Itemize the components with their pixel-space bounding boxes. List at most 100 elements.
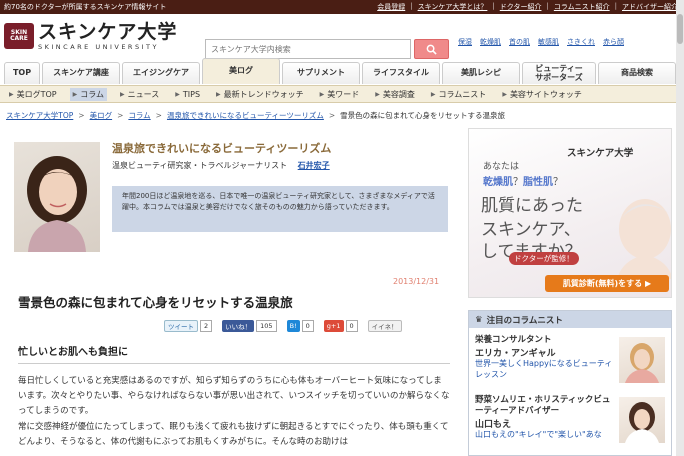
facebook-like-button[interactable]: いいね！ 105 <box>222 320 277 332</box>
tab-aging-care[interactable]: エイジングケア <box>122 62 200 84</box>
columnist-role: 野菜ソムリエ・ホリスティックビューティーアドバイザー <box>475 395 611 417</box>
site-header: SKIN CARE スキンケア大学 SKINCARE UNIVERSITY 保湿… <box>0 14 684 62</box>
keyword-link[interactable]: 乾燥肌 <box>480 37 501 47</box>
link-register[interactable]: 会員登録 <box>377 2 405 12</box>
subnav-item[interactable]: ▶ ニュース <box>117 88 162 101</box>
logo-text: スキンケア大学 SKINCARE UNIVERSITY <box>38 22 177 51</box>
breadcrumb-sep: > <box>78 111 85 120</box>
mixi-check-button[interactable]: イイネ！ <box>367 320 402 332</box>
columnist-column-link[interactable]: 山口もえの"キレイ"で"楽しい"あな <box>475 430 615 441</box>
breadcrumb: スキンケア大学TOP > 美ログ > コラム > 温泉旅できれいになるビューティーツー… <box>6 110 505 121</box>
arrow-right-icon: ▶ <box>216 90 221 98</box>
keyword-link[interactable]: 赤ら顔 <box>603 37 624 47</box>
main-nav-tabs: TOP スキンケア講座 エイジングケア 美ログ サプリメント ライフスタイル 美… <box>4 58 676 84</box>
keyword-link[interactable]: 敏感肌 <box>538 37 559 47</box>
tab-bilog[interactable]: 美ログ <box>202 58 280 84</box>
subnav-item[interactable]: ▶ 美容サイトウォッチ <box>499 88 585 101</box>
link-about[interactable]: スキンケア大学とは？ <box>418 2 488 12</box>
author-name-link[interactable]: 石井宏子 <box>298 161 330 170</box>
heading-label: 注目のコラムニスト <box>486 315 563 326</box>
tab-beauty-supporters[interactable]: ビューティー サポーターズ <box>522 62 596 84</box>
tab-lifestyle[interactable]: ライフスタイル <box>362 62 440 84</box>
breadcrumb-link[interactable]: 温泉旅できれいになるビューティーツーリズム <box>167 110 324 121</box>
search-icon <box>426 44 437 55</box>
article-date: 2013/12/31 <box>393 277 440 286</box>
breadcrumb-link[interactable]: 美ログ <box>90 110 113 121</box>
twitter-icon: ツイート <box>164 320 198 332</box>
tab-supplements[interactable]: サプリメント <box>282 62 360 84</box>
subnav-item[interactable]: ▶ 美ログTOP <box>6 88 60 101</box>
keyword-link[interactable]: 保湿 <box>458 37 472 47</box>
tab-product-search[interactable]: 商品検索 <box>598 62 676 84</box>
subnav-label: 最新トレンドウォッチ <box>223 89 304 99</box>
share-buttons: ツイート 2 いいね！ 105 B! 0 g+1 0 イイネ！ <box>164 320 402 332</box>
subnav-item-active[interactable]: ▶ コラム <box>69 87 108 101</box>
google-plus-button[interactable]: g+1 0 <box>323 320 358 332</box>
subnav-item[interactable]: ▶ 最新トレンドウォッチ <box>213 88 307 101</box>
columnist-item[interactable]: 栄養コンサルタント エリカ・アンギャル 世界一美しくHappyになるビューティレ… <box>475 335 615 381</box>
share-count: 2 <box>200 320 213 332</box>
columnist-name: エリカ・アンギャル <box>475 349 556 360</box>
column-title[interactable]: 温泉旅できれいになるビューティツーリズム <box>112 140 331 156</box>
article-paragraph: 毎日忙しくしていると充実感はあるのですが、知らず知らずのうちに心も体もオーバーヒ… <box>18 376 450 416</box>
share-count: 0 <box>301 320 314 332</box>
arrow-right-icon: ▶ <box>72 90 78 98</box>
mixi-icon: イイネ！ <box>367 320 402 332</box>
columnist-thumbnail[interactable] <box>619 397 665 443</box>
arrow-right-icon: ▶ <box>375 90 380 98</box>
column-intro: 年間200日ほど温泉地を巡る、日本で唯一の温泉ビューティ研究家として、さまざまな… <box>112 186 448 232</box>
breadcrumb-link[interactable]: コラム <box>128 110 150 121</box>
sub-navigation: ▶ 美ログTOP ▶ コラム ▶ ニュース ▶ TIPS ▶ 最新トレンドウォッチ ▶ 美ワ… <box>0 85 684 103</box>
site-logo[interactable]: SKIN CARE スキンケア大学 SKINCARE UNIVERSITY <box>4 22 177 51</box>
column-profile: 温泉旅できれいになるビューティツーリズム 温泉ビューティ研究家・トラベルジャーナ… <box>14 134 450 258</box>
skin-diagnosis-button[interactable]: 肌質診断(無料)をする ▶ <box>545 275 669 292</box>
breadcrumb-sep: > <box>155 111 162 120</box>
subnav-label: コラムニスト <box>438 89 487 99</box>
link-columnists[interactable]: コラムニスト紹介 <box>554 2 610 12</box>
arrow-right-icon: ▶ <box>175 90 180 98</box>
hatena-bookmark-button[interactable]: B! 0 <box>286 320 314 332</box>
link-sep: | <box>546 2 549 10</box>
columnist-column-link[interactable]: 世界一美しくHappyになるビューティレッスン <box>475 359 615 381</box>
link-sep: | <box>410 2 413 10</box>
columnist-name: 山口もえ <box>475 420 512 431</box>
search-input[interactable] <box>205 39 411 59</box>
breadcrumb-current: 雪景色の森に包まれて心身をリセットする温泉旅 <box>340 111 505 120</box>
subnav-item[interactable]: ▶ 美ワード <box>317 88 363 101</box>
scrollbar-thumb[interactable] <box>677 14 683 44</box>
link-doctors[interactable]: ドクター紹介 <box>500 2 542 12</box>
subnav-label: 美ワード <box>327 89 360 99</box>
logo-jp: スキンケア大学 <box>38 21 178 43</box>
columnist-item[interactable]: 野菜ソムリエ・ホリスティックビューティーアドバイザー 山口もえ 山口もえの"キレ… <box>475 395 615 441</box>
subnav-item[interactable]: ▶ コラムニスト <box>428 88 489 101</box>
article-title: 雪景色の森に包まれて心身をリセットする温泉旅 <box>18 295 293 310</box>
ad-text: 乾燥肌？脂性肌？ <box>483 177 563 188</box>
top-utility-bar: 約70名のドクターが所属するスキンケア情報サイト 会員登録 | スキンケア大学と… <box>0 0 684 14</box>
google-plus-icon: g+1 <box>323 320 344 332</box>
skin-diagnosis-ad[interactable]: スキンケア大学 あなたは 乾燥肌？脂性肌？ 肌質にあった スキンケア、 してます… <box>468 128 672 298</box>
link-advisors[interactable]: アドバイザー紹介 <box>622 2 678 12</box>
ad-logo: スキンケア大学 <box>567 148 634 159</box>
tab-skincare-course[interactable]: スキンケア講座 <box>42 62 120 84</box>
arrow-right-icon: ▶ <box>319 90 325 98</box>
ad-doctor-badge: ドクターが監修！ <box>509 252 579 265</box>
ad-headline: 肌質にあった <box>481 196 583 216</box>
search-button[interactable] <box>414 39 449 59</box>
keyword-link[interactable]: 首の肌 <box>509 37 530 47</box>
columnist-role: 栄養コンサルタント <box>475 335 552 345</box>
logo-badge-bottom: CARE <box>10 35 28 43</box>
tweet-button[interactable]: ツイート 2 <box>164 320 213 332</box>
page-scrollbar[interactable] <box>676 0 684 456</box>
link-sep: | <box>614 2 617 10</box>
article-paragraph: 常に交感神経が優位にたってしまって、眠りも浅くて疲れも抜けずに朝起きるとすでにぐ… <box>18 422 449 447</box>
breadcrumb-link[interactable]: スキンケア大学TOP <box>6 110 73 121</box>
tab-beauty-recipe[interactable]: 美肌レシピ <box>442 62 520 84</box>
keyword-link[interactable]: さきくれ <box>567 37 595 47</box>
ad-model-image <box>617 199 671 279</box>
subnav-item[interactable]: ▶ 美容調査 <box>372 88 418 101</box>
tab-top[interactable]: TOP <box>4 62 40 84</box>
subnav-label: 美容サイトウォッチ <box>509 89 582 99</box>
author-role: 温泉ビューティ研究家・トラベルジャーナリスト <box>112 161 288 170</box>
columnist-thumbnail[interactable] <box>619 337 665 383</box>
subnav-item[interactable]: ▶ TIPS <box>172 89 203 100</box>
